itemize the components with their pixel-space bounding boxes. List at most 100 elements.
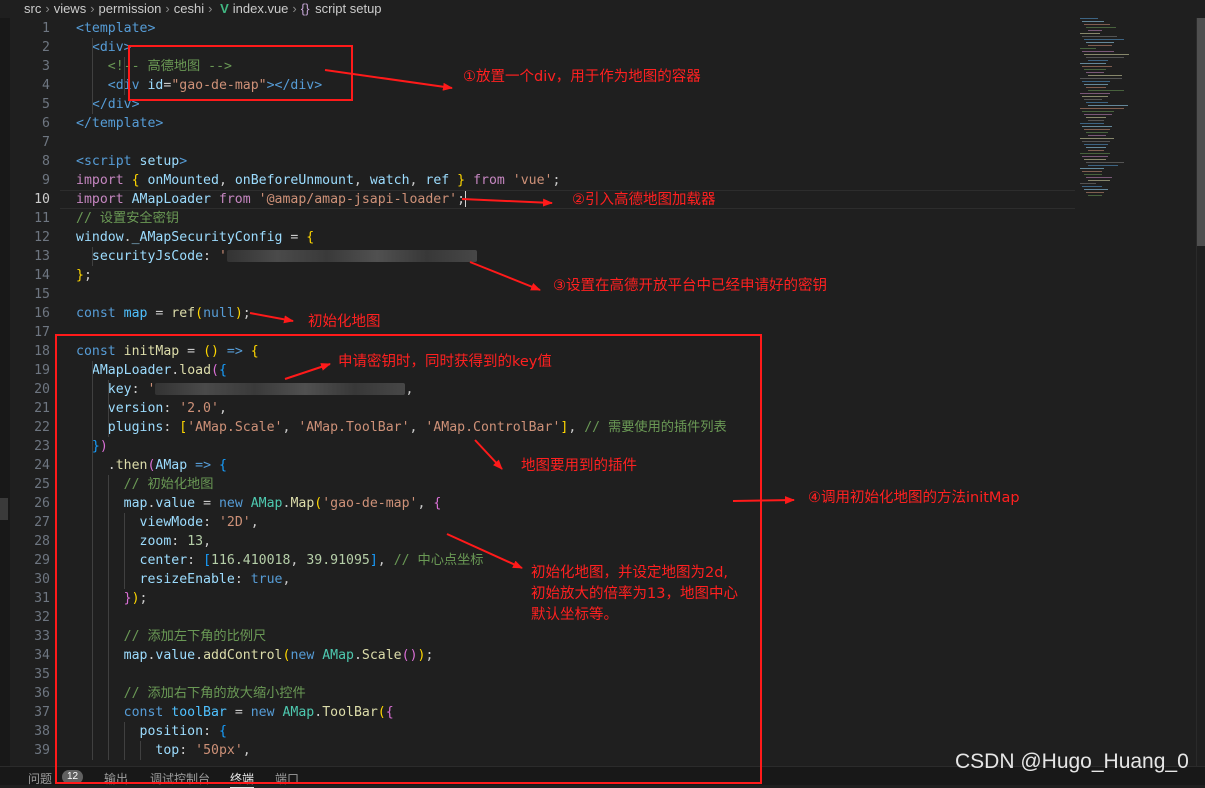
minimap-line xyxy=(1086,177,1112,178)
minimap-line xyxy=(1080,33,1100,34)
minimap-line xyxy=(1082,81,1110,82)
line-number: 3 xyxy=(42,59,50,74)
minimap-line xyxy=(1088,165,1118,166)
code-line[interactable]: 11 // 设置安全密钥 xyxy=(0,209,1080,228)
breadcrumb-separator: › xyxy=(90,1,95,16)
code-line[interactable]: 10 import AMapLoader from '@amap/amap-jsa… xyxy=(0,190,1080,209)
minimap-line xyxy=(1082,141,1110,142)
line-number: 20 xyxy=(34,382,50,397)
minimap-line xyxy=(1086,132,1108,133)
line-number: 19 xyxy=(34,363,50,378)
minimap-line xyxy=(1082,36,1117,37)
minimap-line xyxy=(1086,57,1124,58)
code-line[interactable]: 13 securityJsCode: ' xyxy=(0,247,1080,266)
minimap-line xyxy=(1082,126,1112,127)
minimap-line xyxy=(1086,72,1104,73)
breadcrumb-file[interactable]: index.vue xyxy=(233,1,289,16)
annotation-plugins: 地图要用到的插件 xyxy=(521,458,637,474)
breadcrumb-separator: › xyxy=(292,1,297,16)
minimap-line xyxy=(1080,63,1106,64)
code-line[interactable]: 6 </template> xyxy=(0,114,1080,133)
minimap-line xyxy=(1080,168,1104,169)
line-number: 36 xyxy=(34,686,50,701)
minimap-line xyxy=(1082,96,1108,97)
line-number: 26 xyxy=(34,496,50,511)
line-number: 12 xyxy=(34,230,50,245)
vue-file-icon: V xyxy=(220,1,229,16)
code-text: <script setup> xyxy=(76,154,188,169)
code-line[interactable]: 1 <template> xyxy=(0,19,1080,38)
minimap-line xyxy=(1082,51,1114,52)
minimap-line xyxy=(1080,108,1124,109)
line-number: 5 xyxy=(42,97,50,112)
code-line[interactable]: 16 const map = ref(null); xyxy=(0,304,1080,323)
minimap-line xyxy=(1088,120,1104,121)
line-number: 9 xyxy=(42,173,50,188)
line-number: 13 xyxy=(34,249,50,264)
watermark: CSDN @Hugo_Huang_0 xyxy=(955,750,1189,773)
code-line[interactable]: 14}; xyxy=(0,266,1080,285)
minimap-line xyxy=(1088,45,1112,46)
annotation-box-template xyxy=(128,45,353,101)
minimap-line xyxy=(1084,174,1102,175)
breadcrumb-item[interactable]: ceshi xyxy=(174,1,204,16)
code-text: </template> xyxy=(76,116,164,131)
breadcrumb-item[interactable]: permission xyxy=(99,1,162,16)
minimap-line xyxy=(1080,48,1096,49)
code-text: <div> xyxy=(91,40,132,55)
minimap-line xyxy=(1080,183,1096,184)
line-number: 28 xyxy=(34,534,50,549)
line-number: 31 xyxy=(34,591,50,606)
code-line[interactable]: 7 xyxy=(0,133,1080,152)
minimap-line xyxy=(1082,186,1102,187)
scrollbar-thumb[interactable] xyxy=(1197,18,1205,246)
code-line[interactable]: 9 import { onMounted, onBeforeUnmount, wa… xyxy=(0,171,1080,190)
line-number: 14 xyxy=(34,268,50,283)
symbol-braces-icon: {} xyxy=(300,1,310,16)
minimap-line xyxy=(1084,129,1110,130)
code-text: import { onMounted, onBeforeUnmount, wat… xyxy=(76,173,561,188)
minimap-line xyxy=(1084,84,1108,85)
line-number: 29 xyxy=(34,553,50,568)
annotation-map-settings-3: 默认坐标等。 xyxy=(531,607,618,623)
annotation-map-settings-1: 初始化地图，并设定地图为2d, xyxy=(531,565,729,581)
code-text: import AMapLoader from '@amap/amap-jsapi… xyxy=(76,191,467,207)
minimap-line xyxy=(1086,27,1116,28)
line-number: 18 xyxy=(34,344,50,359)
minimap-line xyxy=(1086,192,1104,193)
annotation-key-value: 申请密钥时，同时获得到的key值 xyxy=(338,354,552,370)
code-line[interactable]: 12 window._AMapSecurityConfig = { xyxy=(0,228,1080,247)
minimap-line xyxy=(1082,21,1104,22)
minimap-line xyxy=(1084,39,1124,40)
minimap-line xyxy=(1086,42,1114,43)
minimap-line xyxy=(1088,105,1128,106)
line-number: 7 xyxy=(42,135,50,150)
minimap-line xyxy=(1084,69,1106,70)
tab-problems[interactable]: 问题 xyxy=(28,770,52,787)
minimap-line xyxy=(1080,153,1110,154)
breadcrumb-item[interactable]: views xyxy=(54,1,87,16)
minimap-line xyxy=(1088,150,1104,151)
code-line[interactable]: 8 <script setup> xyxy=(0,152,1080,171)
line-number: 24 xyxy=(34,458,50,473)
code-line[interactable]: 15 xyxy=(0,285,1080,304)
line-number: 22 xyxy=(34,420,50,435)
code-text: const map = ref(null); xyxy=(76,306,251,321)
code-text: securityJsCode: ' xyxy=(76,247,477,266)
breadcrumb-symbol[interactable]: script setup xyxy=(315,1,381,16)
breadcrumb: src › views › permission › ceshi › Vindex.vue ›{… xyxy=(0,0,1205,18)
minimap-line xyxy=(1086,147,1106,148)
indent-guide xyxy=(124,57,125,95)
annotation-box-initmap xyxy=(55,334,762,784)
line-number: 17 xyxy=(34,325,50,340)
breadcrumb-item[interactable]: src xyxy=(24,1,41,16)
line-number: 39 xyxy=(34,743,50,758)
code-text: window._AMapSecurityConfig = { xyxy=(76,230,315,245)
line-number: 30 xyxy=(34,572,50,587)
line-number: 23 xyxy=(34,439,50,454)
minimap-line xyxy=(1086,117,1106,118)
minimap-line xyxy=(1080,18,1098,19)
minimap[interactable] xyxy=(1080,18,1192,218)
line-number: 15 xyxy=(34,287,50,302)
line-number: 8 xyxy=(42,154,50,169)
